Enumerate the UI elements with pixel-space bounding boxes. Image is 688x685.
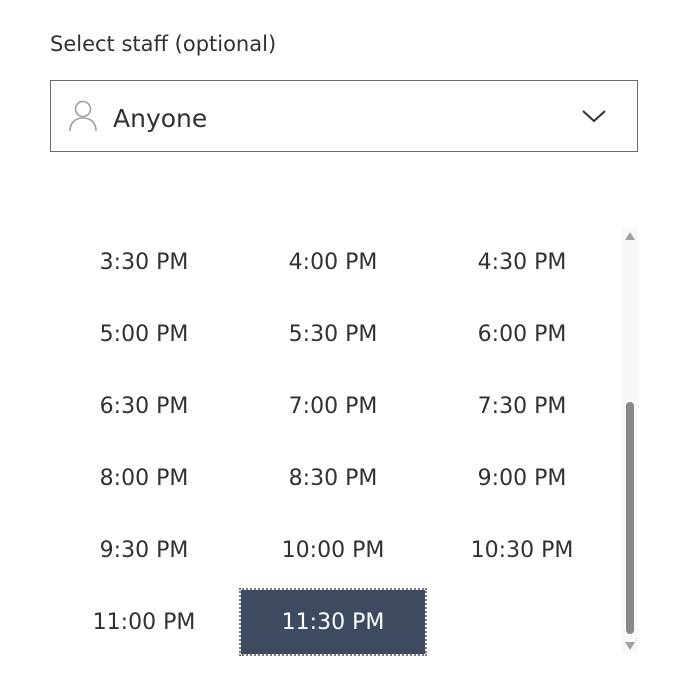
time-slot[interactable]: 6:30 PM [52, 374, 236, 438]
chevron-down-icon [582, 110, 606, 123]
time-slot-list: 3:30 PM 4:00 PM 4:30 PM 5:00 PM 5:30 PM … [50, 226, 618, 656]
time-list-scrollbar[interactable] [622, 228, 638, 652]
staff-selected-value: Anyone [113, 104, 208, 133]
time-slot[interactable]: 6:00 PM [430, 302, 614, 366]
time-slot[interactable]: 9:00 PM [430, 446, 614, 510]
time-slot[interactable]: 8:30 PM [241, 446, 425, 510]
staff-dropdown[interactable]: Anyone [50, 80, 638, 152]
time-slot[interactable]: 9:30 PM [52, 518, 236, 582]
time-slot[interactable]: 7:30 PM [430, 374, 614, 438]
time-slot[interactable]: 10:30 PM [430, 518, 614, 582]
time-slot[interactable]: 4:30 PM [430, 230, 614, 294]
time-slot[interactable]: 8:00 PM [52, 446, 236, 510]
time-slot[interactable]: 7:00 PM [241, 374, 425, 438]
scroll-up-arrow-icon[interactable] [625, 232, 635, 240]
staff-select-label: Select staff (optional) [50, 32, 277, 56]
time-slot[interactable]: 3:30 PM [52, 230, 236, 294]
person-icon [69, 100, 97, 132]
time-slot[interactable]: 10:00 PM [241, 518, 425, 582]
time-slot[interactable]: 5:30 PM [241, 302, 425, 366]
time-slot[interactable]: 5:00 PM [52, 302, 236, 366]
scrollbar-thumb[interactable] [626, 402, 634, 634]
time-slot[interactable]: 11:00 PM [52, 590, 236, 654]
time-slot[interactable]: 4:00 PM [241, 230, 425, 294]
time-slot-selected[interactable]: 11:30 PM [239, 588, 427, 656]
scroll-down-arrow-icon[interactable] [625, 642, 635, 650]
